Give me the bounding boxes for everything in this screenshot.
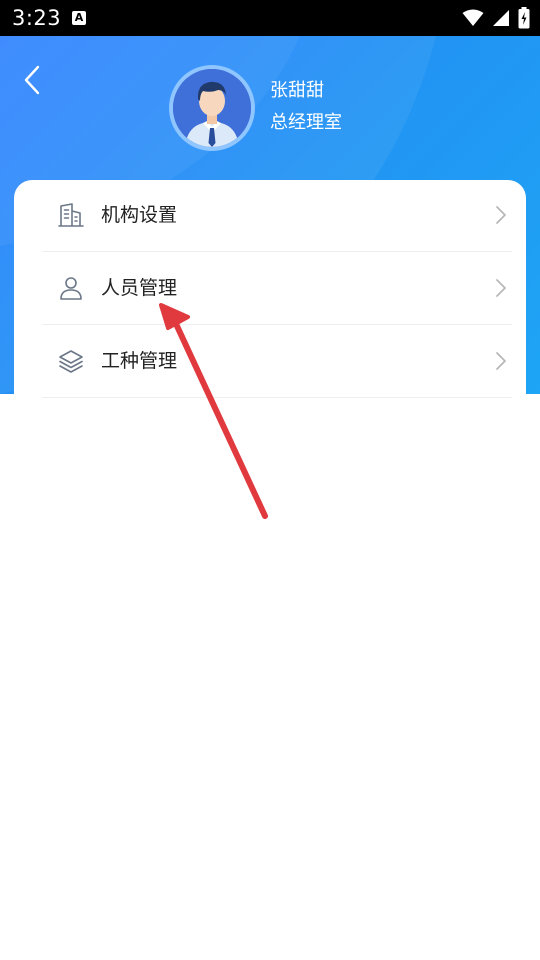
menu-card: 机构设置 人员管理 工种管理 <box>14 180 526 420</box>
chevron-right-icon <box>496 352 506 370</box>
avatar <box>169 65 255 151</box>
back-button[interactable] <box>14 62 50 98</box>
battery-icon <box>518 7 530 29</box>
status-icons <box>462 7 530 29</box>
signal-icon <box>493 10 509 26</box>
user-name: 张甜甜 <box>270 80 324 101</box>
wifi-icon <box>462 9 484 26</box>
menu-item-personnel-management[interactable]: 人员管理 <box>42 253 512 325</box>
chevron-left-icon <box>24 65 40 95</box>
user-avatar-icon <box>173 69 251 147</box>
chevron-right-icon <box>496 279 506 297</box>
chevron-right-icon <box>496 206 506 224</box>
status-bar: 3:23 A <box>0 0 540 36</box>
menu-item-org-settings[interactable]: 机构设置 <box>42 180 512 252</box>
menu-item-job-type-management[interactable]: 工种管理 <box>42 326 512 398</box>
menu-item-label: 工种管理 <box>101 350 178 372</box>
menu-item-label: 机构设置 <box>101 204 178 226</box>
building-icon <box>58 203 84 227</box>
status-time: 3:23 <box>12 6 62 30</box>
user-title: 总经理室 <box>270 112 342 133</box>
person-icon <box>60 277 82 300</box>
accessibility-a-icon: A <box>72 11 86 25</box>
layers-icon <box>59 350 83 373</box>
menu-item-label: 人员管理 <box>101 277 178 299</box>
